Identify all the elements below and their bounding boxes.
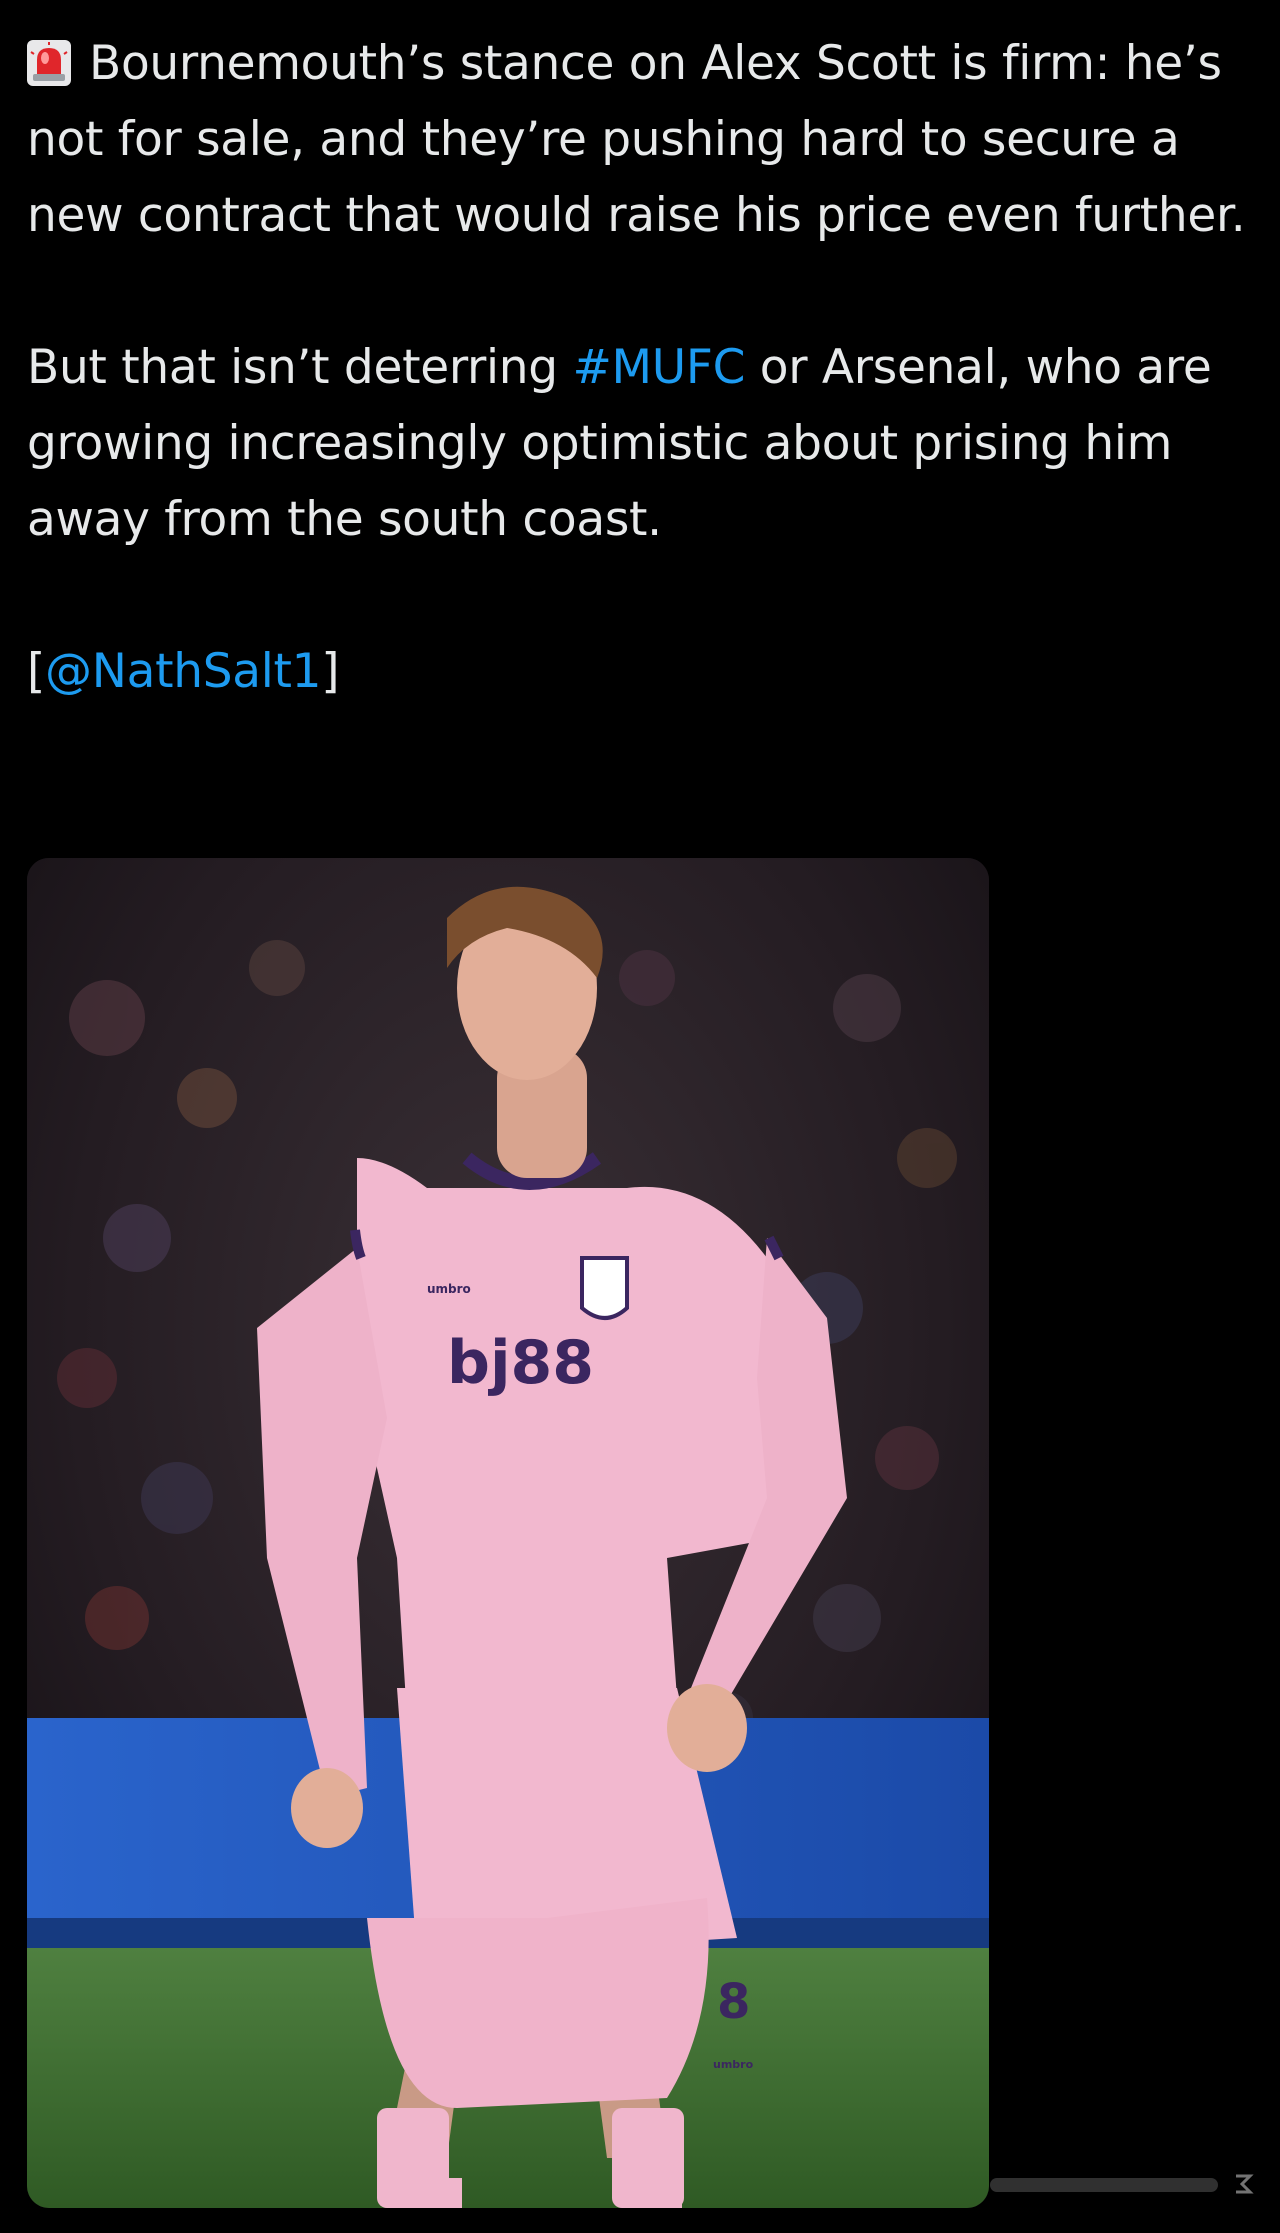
credit-open-bracket: [ — [27, 644, 46, 699]
watermark-graphic — [990, 2174, 1254, 2194]
tweet-text-before-hashtag: But that isn’t deterring — [27, 340, 573, 395]
tweet-paragraph-2: But that isn’t deterring #MUFC or Arsena… — [27, 330, 1262, 558]
tweet: Bournemouth’s stance on Alex Scott is fi… — [0, 0, 1280, 2233]
tweet-line-1: Bournemouth’s stance on Alex Scott is fi… — [27, 36, 1246, 243]
credit-close-bracket: ] — [321, 644, 340, 699]
mention-nathsalt1-link[interactable]: @NathSalt1 — [45, 644, 322, 699]
footballer-photo: bj88 umbro 8 umbro — [27, 858, 989, 2208]
tweet-paragraph-1: Bournemouth’s stance on Alex Scott is fi… — [27, 26, 1262, 254]
tweet-photo[interactable]: bj88 umbro 8 umbro — [27, 858, 989, 2208]
tweet-paragraph-3: [@NathSalt1] — [27, 634, 1262, 710]
siren-emoji-icon — [27, 40, 71, 86]
shirt-sponsor: bj88 — [447, 1328, 594, 1398]
shorts-number: 8 — [717, 1974, 750, 2030]
tweet-text: Bournemouth’s stance on Alex Scott is fi… — [27, 26, 1262, 710]
hashtag-mufc-link[interactable]: #MUFC — [572, 340, 745, 395]
kit-brand-shorts: umbro — [713, 2058, 754, 2071]
kit-brand-shirt: umbro — [427, 1282, 471, 1296]
